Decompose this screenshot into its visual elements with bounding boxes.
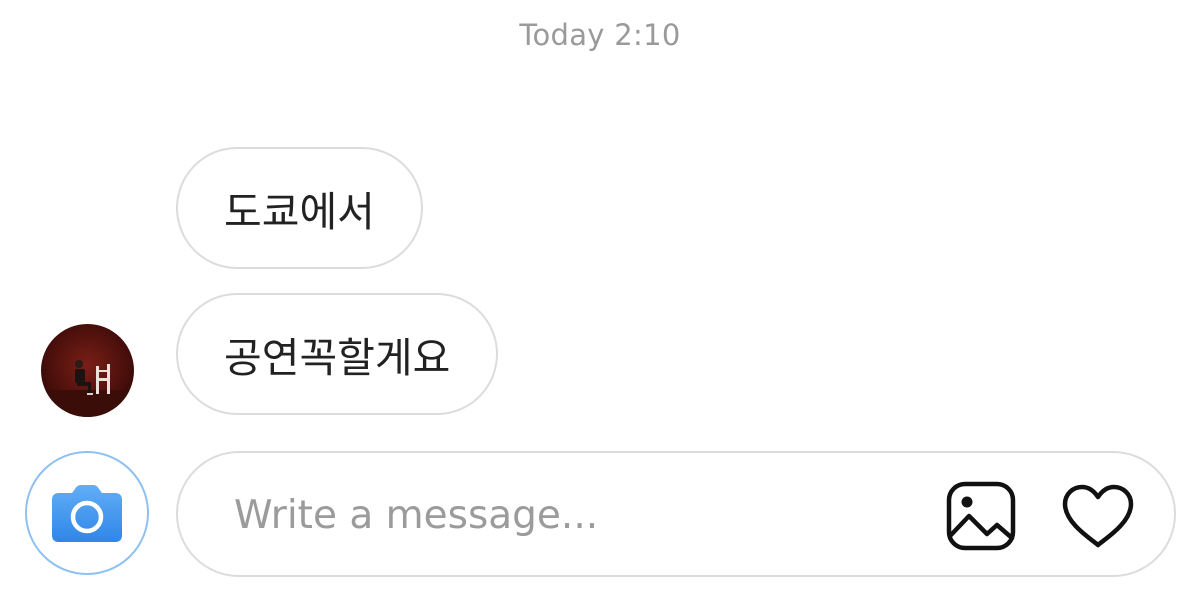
gallery-button[interactable]	[944, 479, 1018, 553]
image-icon	[946, 481, 1016, 551]
message-input[interactable]	[234, 481, 874, 549]
message-timestamp: Today 2:10	[519, 18, 681, 52]
camera-button[interactable]	[25, 451, 149, 575]
message-bubble[interactable]: 도쿄에서	[176, 147, 423, 269]
message-text: 공연꼭할게요	[224, 334, 451, 382]
message-composer	[176, 451, 1176, 577]
like-button[interactable]	[1058, 479, 1138, 553]
heart-icon	[1062, 484, 1134, 548]
sender-avatar[interactable]	[41, 324, 134, 417]
message-bubble[interactable]: 공연꼭할게요	[176, 293, 499, 415]
profile-photo	[41, 324, 134, 417]
message-text: 도쿄에서	[224, 188, 375, 236]
dm-thread-screen: Today 2:10 도쿄에서 공연꼭할게요	[0, 0, 1200, 600]
camera-icon	[52, 485, 122, 542]
